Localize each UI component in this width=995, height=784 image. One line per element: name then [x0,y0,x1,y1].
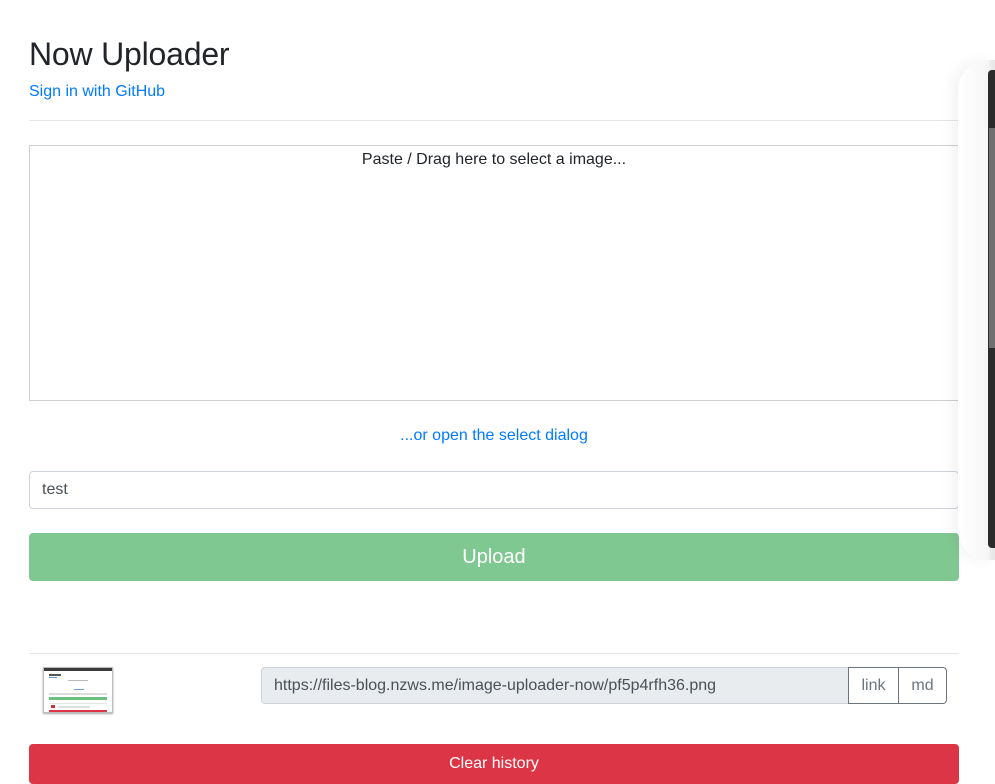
copy-markdown-button[interactable]: md [899,667,947,704]
history-thumbnail[interactable] [43,667,113,713]
copy-link-button[interactable]: link [848,667,899,704]
history-divider [29,653,959,654]
clear-history-button[interactable]: Clear history [29,744,959,784]
history-item-url-group: link md [261,667,947,704]
page-title: Now Uploader [29,36,230,72]
sign-in-github-link[interactable]: Sign in with GitHub [29,82,165,102]
screenshot-thumbnail-icon [44,668,112,712]
dropzone-instructions: Paste / Drag here to select a image... [361,151,627,168]
filename-input[interactable] [29,471,959,509]
side-window-bar-highlight [989,128,995,348]
header-divider [29,120,959,121]
open-select-dialog-link[interactable]: ...or open the select dialog [29,426,959,446]
image-dropzone[interactable]: Paste / Drag here to select a image... [29,145,959,401]
image-url-field[interactable] [261,667,848,704]
upload-button[interactable]: Upload [29,533,959,581]
